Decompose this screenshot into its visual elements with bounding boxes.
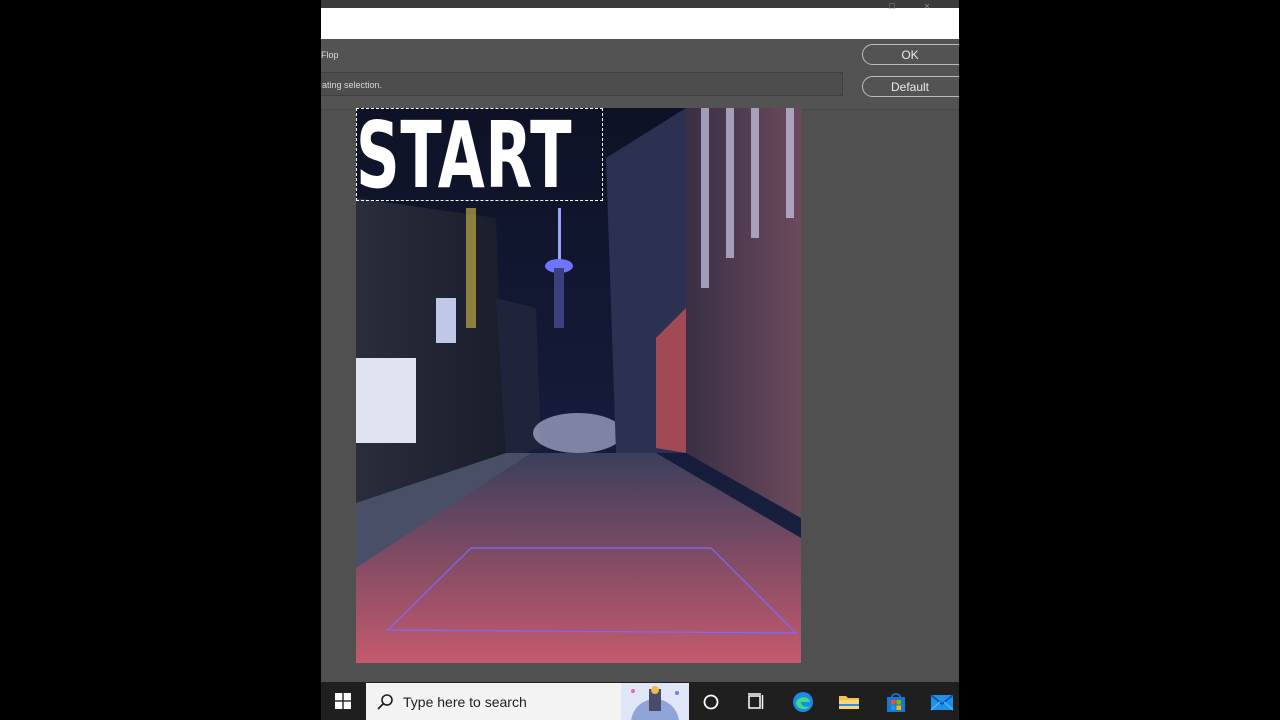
taskbar-search-box[interactable]: Type here to search bbox=[366, 683, 689, 720]
dialog-title-bar[interactable]: □ × bbox=[321, 2, 959, 39]
cortana-icon[interactable] bbox=[689, 682, 733, 720]
status-field: ating selection. bbox=[321, 72, 843, 96]
window-top-strip bbox=[321, 0, 959, 8]
photo-editor-window: □ × Flop ating selection. OK Default STA… bbox=[321, 0, 959, 720]
edge-icon[interactable] bbox=[781, 682, 825, 720]
search-placeholder: Type here to search bbox=[403, 694, 527, 710]
file-explorer-icon[interactable] bbox=[827, 682, 871, 720]
search-highlight-icon[interactable] bbox=[621, 683, 689, 720]
search-icon bbox=[377, 694, 393, 710]
status-text: ating selection. bbox=[322, 80, 383, 90]
task-view-icon[interactable] bbox=[734, 682, 778, 720]
start-text-layer[interactable]: START bbox=[356, 108, 572, 204]
windows-start-icon[interactable] bbox=[321, 682, 365, 720]
ok-button[interactable]: OK bbox=[862, 44, 959, 65]
microsoft-store-icon[interactable] bbox=[874, 682, 918, 720]
mail-icon[interactable] bbox=[919, 682, 959, 720]
close-icon[interactable]: × bbox=[921, 2, 933, 11]
filter-name-label: Flop bbox=[321, 50, 339, 60]
maximize-icon[interactable]: □ bbox=[886, 2, 898, 11]
default-button[interactable]: Default bbox=[862, 76, 959, 97]
filter-dialog: Flop ating selection. OK Default bbox=[321, 39, 959, 110]
image-preview[interactable]: START bbox=[356, 108, 801, 663]
windows-taskbar: Type here to search bbox=[321, 682, 959, 720]
